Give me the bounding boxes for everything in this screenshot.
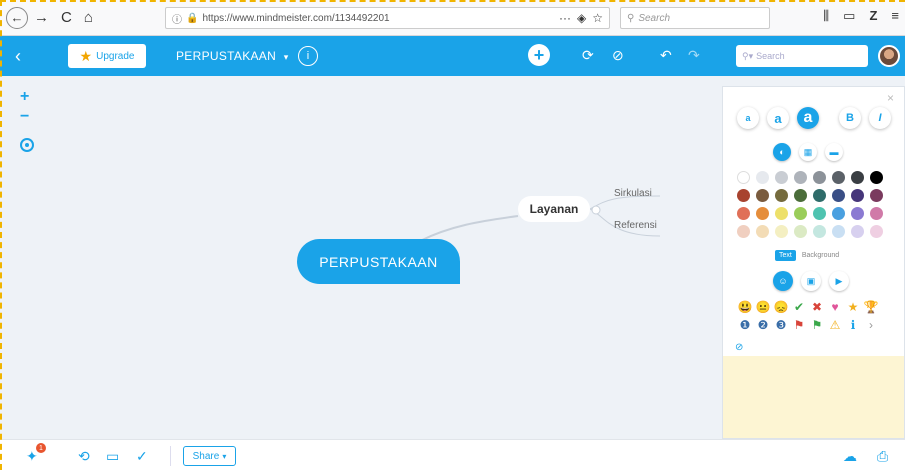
capture-frame	[0, 0, 905, 470]
